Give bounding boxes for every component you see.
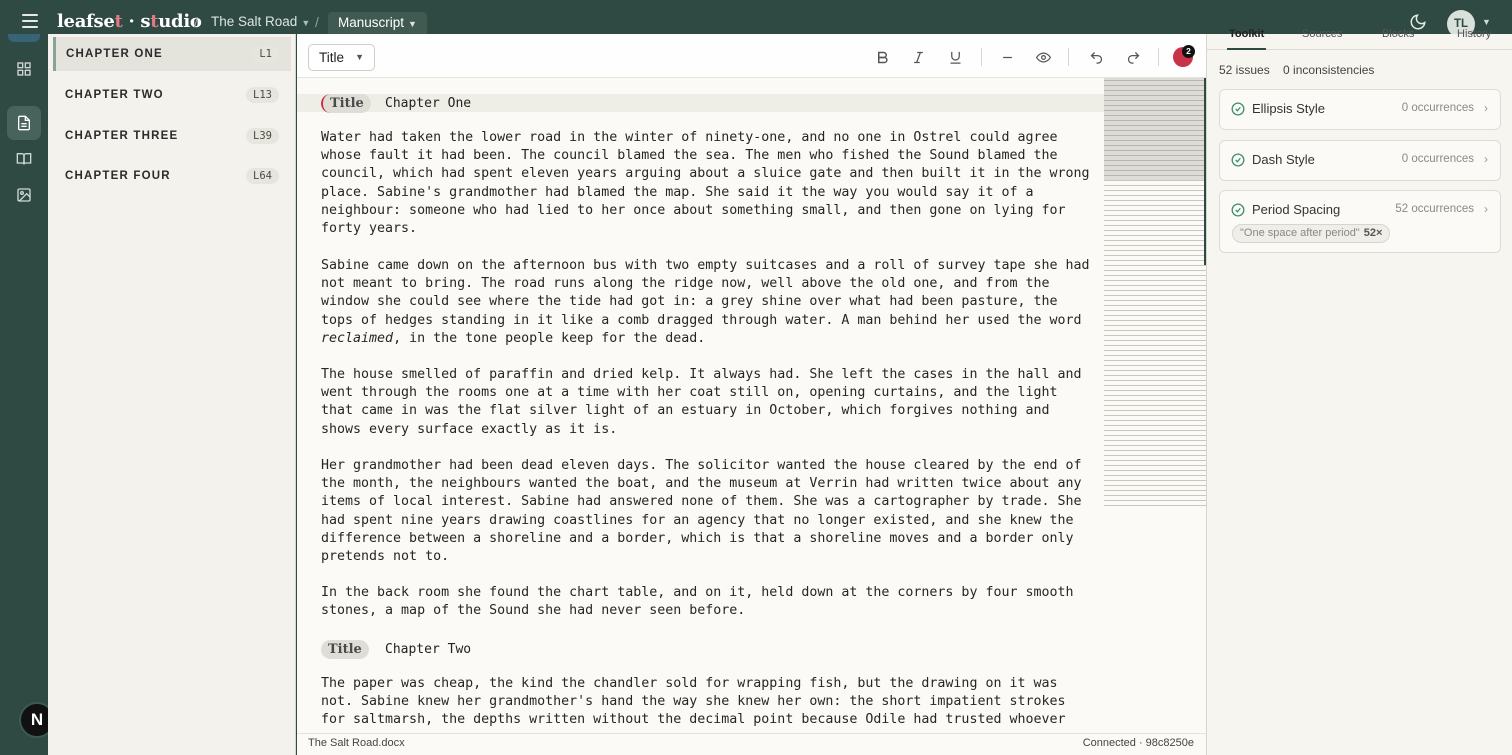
preview-eye-icon bbox=[1035, 51, 1051, 63]
horizontal-rule-icon bbox=[1002, 56, 1012, 58]
toolbar-divider bbox=[1158, 48, 1159, 66]
paragraph[interactable]: Sabine came down on the afternoon bus wi… bbox=[321, 257, 1101, 348]
paragraph[interactable]: Her grandmother had been dead eleven day… bbox=[321, 457, 1101, 566]
book-icon bbox=[16, 153, 32, 165]
chevron-down-icon: ▼ bbox=[408, 19, 417, 29]
title-tag: Title bbox=[321, 93, 371, 113]
rule-card[interactable]: Period Spacing 52 occurrences › "One spa… bbox=[1219, 190, 1501, 253]
rule-count: 52 occurrences bbox=[1395, 203, 1474, 215]
issues-count: 52 issues bbox=[1219, 63, 1270, 77]
check-circle-icon bbox=[1231, 153, 1245, 167]
undo-button[interactable] bbox=[1085, 46, 1107, 68]
app-logo[interactable]: leafset · studio bbox=[57, 11, 202, 32]
chapter-heading: Chapter One bbox=[385, 95, 472, 111]
chapter-label: CHAPTER FOUR bbox=[65, 170, 171, 182]
tab-sources[interactable]: Sources bbox=[1300, 28, 1344, 50]
redo-button[interactable] bbox=[1122, 46, 1144, 68]
italic-word: reclaimed bbox=[321, 330, 394, 346]
rail-document[interactable] bbox=[7, 106, 41, 140]
image-icon bbox=[17, 188, 31, 202]
breadcrumb-manuscript[interactable]: Manuscript ▼ bbox=[328, 12, 427, 34]
rule-header: Ellipsis Style 0 occurrences › bbox=[1220, 90, 1500, 128]
chapter-heading: Chapter Two bbox=[385, 641, 472, 657]
rule-name: Dash Style bbox=[1252, 152, 1315, 167]
title-tag: Title bbox=[321, 639, 369, 659]
collaborator-count-badge: 2 bbox=[1182, 45, 1195, 58]
rule-pattern-tag[interactable]: "One space after period" 52× bbox=[1232, 224, 1391, 243]
rule-name: Ellipsis Style bbox=[1252, 101, 1325, 116]
paragraph[interactable]: The house smelled of paraffin and dried … bbox=[321, 366, 1101, 439]
bold-icon bbox=[877, 51, 888, 63]
block-type-select[interactable]: Title ▼ bbox=[308, 44, 375, 71]
title-block[interactable]: Title Chapter Two bbox=[297, 639, 1104, 659]
rule-card[interactable]: Dash Style 0 occurrences › bbox=[1219, 140, 1501, 181]
rule-name: Period Spacing bbox=[1252, 202, 1341, 217]
chapter-label: CHAPTER ONE bbox=[66, 48, 163, 60]
paragraph[interactable]: The paper was cheap, the kind the chandl… bbox=[321, 675, 1101, 730]
chevron-down-icon: ▼ bbox=[301, 18, 311, 28]
status-filename: The Salt Road.docx bbox=[308, 737, 405, 749]
paragraph[interactable]: In the back room she found the chart tab… bbox=[321, 584, 1101, 620]
chapter-line-badge: L1 bbox=[252, 46, 279, 62]
chapter-item[interactable]: CHAPTER THREE L39 bbox=[53, 119, 291, 153]
chevron-right-icon: › bbox=[1484, 152, 1488, 166]
title-block[interactable]: Title Chapter One bbox=[297, 93, 1104, 113]
underline-icon bbox=[950, 51, 960, 64]
document-body[interactable]: Title Chapter One Water had taken the lo… bbox=[297, 78, 1104, 733]
breadcrumb-separator: / bbox=[194, 14, 198, 30]
toolbar-divider bbox=[1068, 48, 1069, 66]
status-bar: The Salt Road.docx Connected · 98c8250e bbox=[297, 733, 1206, 755]
chapter-list: CHAPTER ONE L1 CHAPTER TWO L13 CHAPTER T… bbox=[48, 34, 296, 755]
paragraph[interactable]: Water had taken the lower road in the wi… bbox=[321, 129, 1101, 238]
chevron-down-icon[interactable]: ▼ bbox=[1482, 17, 1491, 27]
underline-button[interactable] bbox=[944, 46, 966, 68]
inconsistencies-count: 0 inconsistencies bbox=[1283, 63, 1375, 77]
chapter-item[interactable]: CHAPTER TWO L13 bbox=[53, 78, 291, 112]
chevron-right-icon: › bbox=[1484, 101, 1488, 115]
chevron-down-icon: ▼ bbox=[355, 52, 364, 62]
rail-image[interactable] bbox=[7, 178, 41, 212]
tab-toolkit[interactable]: Toolkit bbox=[1227, 28, 1267, 50]
document-icon bbox=[18, 115, 30, 131]
tab-blocks[interactable]: Blocks bbox=[1380, 28, 1416, 50]
status-connection: Connected · 98c8250e bbox=[1082, 737, 1194, 749]
dashboard-icon bbox=[17, 62, 31, 76]
chapter-line-badge: L39 bbox=[246, 128, 279, 144]
chapter-label: CHAPTER TWO bbox=[65, 89, 164, 101]
italic-icon bbox=[913, 51, 923, 63]
bold-button[interactable] bbox=[871, 46, 893, 68]
panel-tabs: Toolkit Sources Blocks History bbox=[1207, 28, 1512, 50]
chevron-right-icon: › bbox=[1484, 202, 1488, 216]
rail-dashboard[interactable] bbox=[7, 52, 41, 86]
chapter-line-badge: L64 bbox=[246, 168, 279, 184]
chapter-label: CHAPTER THREE bbox=[65, 130, 179, 142]
check-circle-icon bbox=[1231, 203, 1245, 217]
rule-card[interactable]: Ellipsis Style 0 occurrences › bbox=[1219, 89, 1501, 130]
hamburger-icon[interactable] bbox=[22, 14, 38, 28]
toolbar-divider bbox=[981, 48, 982, 66]
issues-summary: 52 issues 0 inconsistencies bbox=[1219, 63, 1384, 77]
italic-button[interactable] bbox=[907, 46, 929, 68]
breadcrumb-project[interactable]: The Salt Road ▼ bbox=[211, 14, 310, 29]
top-bar: leafset · studio / The Salt Road ▼ / Manu… bbox=[0, 0, 1512, 38]
horizontal-rule-button[interactable] bbox=[996, 46, 1018, 68]
minimap-viewport[interactable] bbox=[1104, 78, 1206, 180]
toolkit-panel: Toolkit Sources Blocks History 52 issues… bbox=[1206, 28, 1512, 755]
tab-history[interactable]: History bbox=[1455, 28, 1493, 50]
preview-button[interactable] bbox=[1032, 46, 1054, 68]
rail-book[interactable] bbox=[7, 142, 41, 176]
editor: Title ▼ 2 Title Chapter One Water had ta… bbox=[297, 34, 1206, 755]
rule-header: Dash Style 0 occurrences › bbox=[1220, 141, 1500, 179]
rule-count: 0 occurrences bbox=[1401, 102, 1474, 114]
undo-icon bbox=[1090, 51, 1102, 64]
chapter-item[interactable]: CHAPTER ONE L1 bbox=[53, 37, 291, 71]
redo-icon bbox=[1127, 51, 1139, 64]
chapter-line-badge: L13 bbox=[246, 87, 279, 103]
rule-count: 0 occurrences bbox=[1401, 153, 1474, 165]
check-circle-icon bbox=[1231, 102, 1245, 116]
breadcrumb-separator: / bbox=[315, 14, 319, 30]
editor-toolbar: Title ▼ 2 bbox=[297, 34, 1206, 78]
rail-scroll-indicator bbox=[8, 34, 40, 42]
chapter-item[interactable]: CHAPTER FOUR L64 bbox=[53, 159, 291, 193]
